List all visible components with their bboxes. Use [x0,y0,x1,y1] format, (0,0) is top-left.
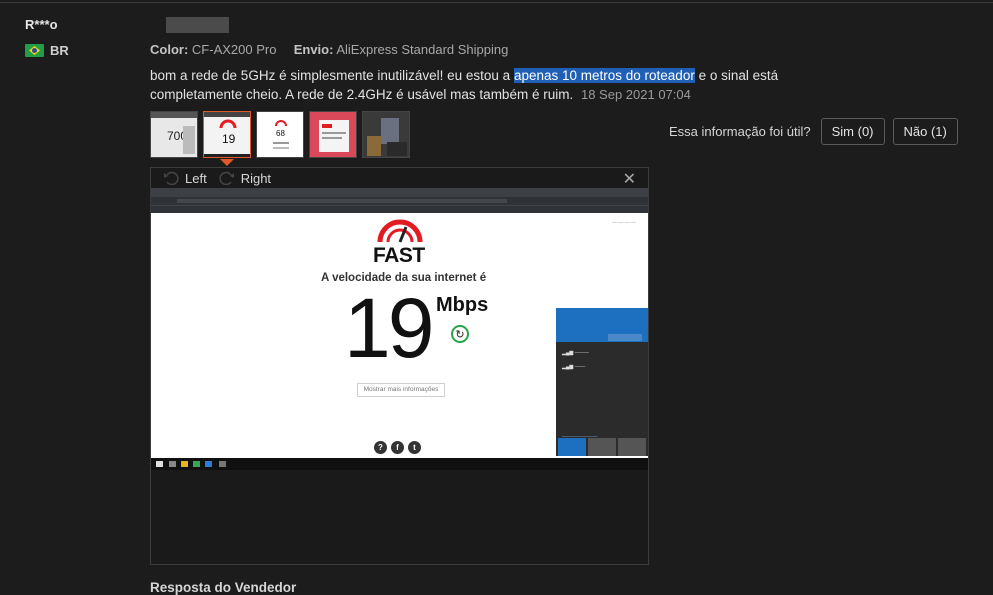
seller-response-title: Resposta do Vendedor [150,580,297,595]
review-text-start: bom a rede de 5GHz é simplesmente inutil… [150,68,514,83]
thumbnail-2[interactable]: 19 [203,111,251,158]
fast-logo-icon [377,219,423,243]
folder-icon [181,461,188,467]
thumbnail-3[interactable]: 68 [256,111,304,158]
top-divider [0,2,993,3]
helpful-vote: Essa informação foi útil? Sim (0) Não (1… [669,118,958,145]
product-meta: Color: CF-AX200 Pro Envio: AliExpress St… [150,42,508,57]
photo-thumbnails: 700 19 68 [150,111,410,158]
taskbar-icon [169,461,176,467]
rotate-right-icon [219,171,234,185]
browser-bookmarks-bar [151,205,648,213]
settings-icon [219,461,226,467]
rotate-left-label: Left [185,170,207,186]
rotate-right-label: Right [240,170,272,186]
thumbnail-1[interactable]: 700 [150,111,198,158]
review-text-highlight: apenas 10 metros do roteador [513,68,695,83]
windows-taskbar [151,458,648,470]
wifi-network-row: ▂▄▆ ──── [562,350,589,356]
wifi-quick-tiles [556,438,648,456]
speed-unit: Mbps [436,294,489,316]
social-icons: ? f t [374,441,421,454]
browser-address-bar [151,197,648,205]
rotate-left-button[interactable]: Left [163,171,207,186]
viewer-toolbar: Left Right ✕ [151,168,648,188]
taskbar-icon [205,461,212,467]
rotate-right-button[interactable]: Right [219,171,271,186]
thumbnail-2-caption: 19 [222,132,236,146]
thumbnail-5[interactable] [362,111,410,158]
active-thumbnail-pointer [220,159,234,166]
color-label: Color: [150,42,189,57]
fast-logo-text: FAST [373,244,425,267]
image-viewer: Left Right ✕ — — — — FAST A velocidade d… [150,167,649,565]
color-value: CF-AX200 Pro [191,42,277,57]
wifi-network-row: ▂▄▆ ─── [562,364,586,370]
helpful-no-button[interactable]: Não (1) [892,118,958,145]
review-text: bom a rede de 5GHz é simplesmente inutil… [150,66,810,104]
browser-tabs-bar [151,188,648,197]
reviewer-name: R***o [25,17,58,32]
redacted-block [166,17,229,33]
chrome-icon [193,461,200,467]
reviewer-country: BR [25,43,69,58]
brazil-flag-icon [25,44,44,57]
country-code: BR [50,43,69,58]
more-info-button: Mostrar mais informações [357,383,445,397]
thumbnail-4[interactable] [309,111,357,158]
rotate-left-icon [164,171,179,185]
twitter-icon: t [408,441,421,454]
start-icon [156,461,163,467]
thumbnail-3-caption: 68 [276,129,285,138]
review-date: 18 Sep 2021 07:04 [580,87,691,102]
help-icon: ? [374,441,387,454]
close-icon[interactable]: ✕ [623,169,636,189]
refresh-icon: ↻ [451,325,469,343]
shipping-value: AliExpress Standard Shipping [336,42,509,57]
facebook-icon: f [391,441,404,454]
speed-value: 19 [344,281,434,375]
helpful-question: Essa informação foi útil? [669,124,811,139]
wifi-disconnect-button [608,334,642,341]
wifi-flyout-panel: ▂▄▆ ──── ▂▄▆ ─── ────────── [556,308,648,456]
shipping-label: Envio: [293,42,334,57]
review-photo: — — — — FAST A velocidade da sua interne… [151,188,648,470]
helpful-yes-button[interactable]: Sim (0) [820,118,885,145]
page-top-links: — — — — [611,220,636,226]
